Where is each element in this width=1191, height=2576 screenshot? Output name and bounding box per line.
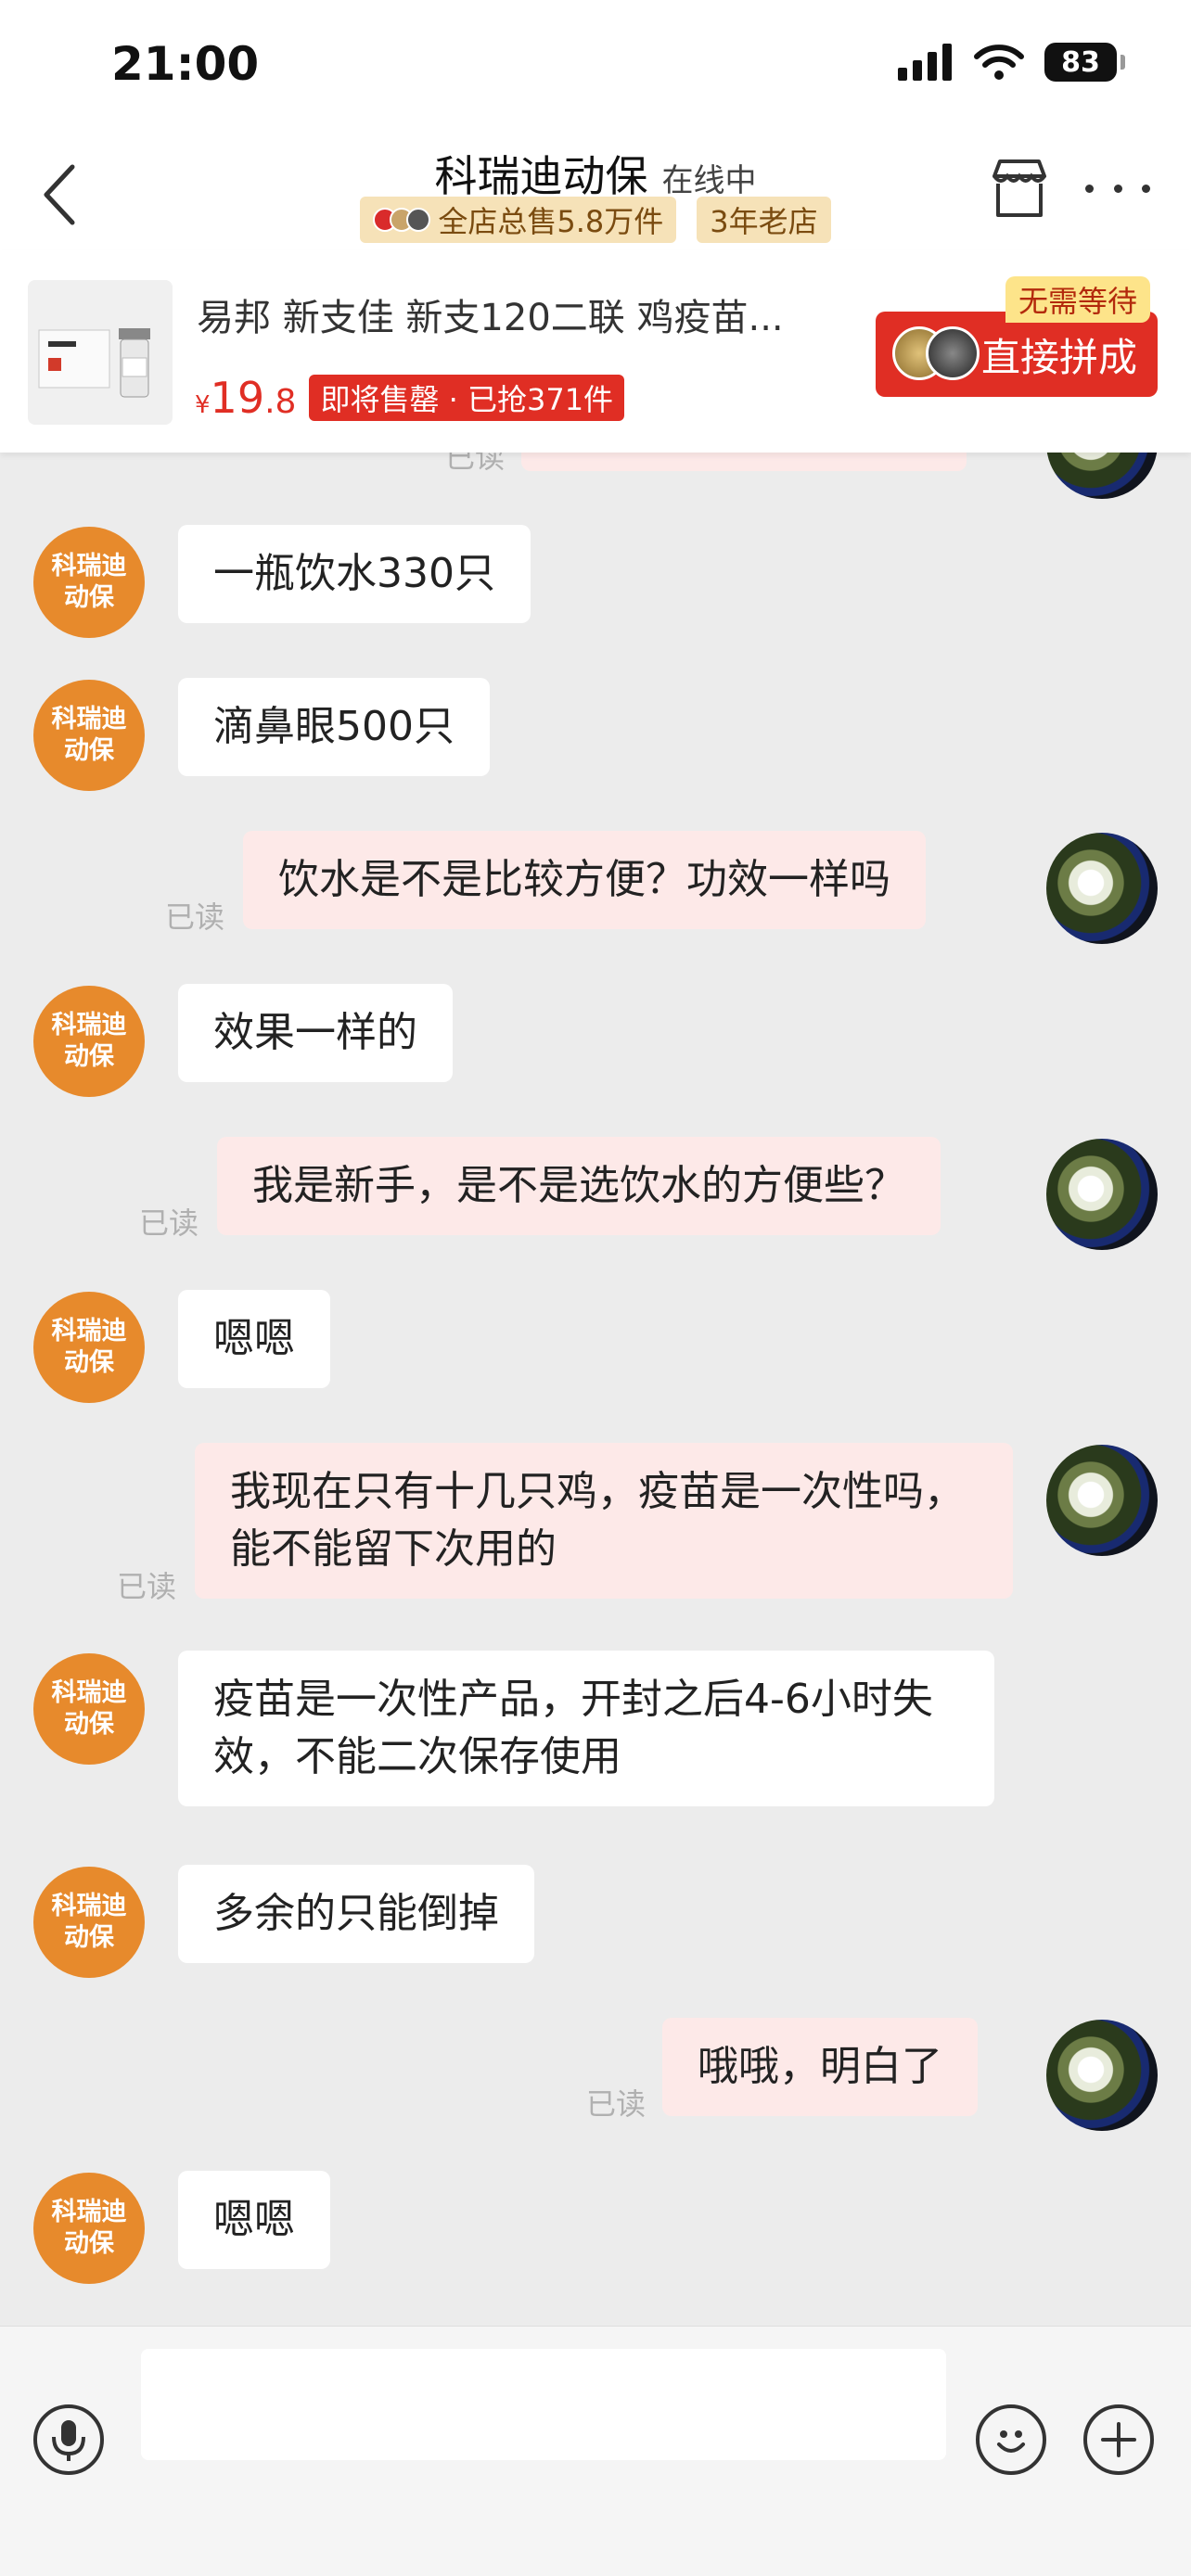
message-bubble[interactable]: 嗯嗯 [178,2171,330,2269]
read-status: 已读 [117,1569,177,1604]
wifi-icon [974,45,1024,80]
product-image[interactable] [28,280,173,425]
voice-button[interactable] [33,2404,104,2475]
avatars-icon [892,326,980,380]
message-bubble[interactable]: 饮水是不是比较方便？功效一样吗 [243,831,926,929]
read-status: 已读 [165,899,225,935]
product-card[interactable]: 易邦 新支佳 新支120二联 鸡疫苗... ¥19.8 即将售罄 · 已抢371… [0,250,1191,453]
status-bar: 21:00 83 [0,0,1191,130]
message-bubble[interactable]: 滴鼻眼500只 [178,678,490,776]
more-icon[interactable] [1085,174,1150,202]
message-bubble[interactable]: 效果一样的 [178,984,453,1082]
signal-icon [898,44,952,81]
status-icons: 83 [898,43,1125,82]
message-bubble[interactable]: 多余的只能倒掉 [178,1865,534,1963]
shop-avatar[interactable]: 科瑞迪 动保 [33,527,145,638]
emoji-button[interactable] [976,2404,1046,2475]
shop-avatar[interactable]: 科瑞迪 动保 [33,680,145,791]
coins-icon [373,208,431,232]
store-icon [992,159,1046,217]
read-status: 已读 [445,453,506,475]
user-avatar[interactable] [1046,453,1158,499]
shop-avatar[interactable]: 科瑞迪 动保 [33,1867,145,1978]
shop-avatar[interactable]: 科瑞迪 动保 [33,1653,145,1765]
user-avatar[interactable] [1046,2020,1158,2131]
plus-icon [1101,2422,1136,2457]
shop-avatar[interactable]: 科瑞迪 动保 [33,986,145,1097]
add-button[interactable] [1083,2404,1154,2475]
message-bubble[interactable]: 嗯嗯 [178,1290,330,1388]
years-badge: 3年老店 [697,197,831,243]
read-status: 已读 [586,2086,647,2122]
message-bubble[interactable]: 一瓶饮水330只 [178,525,531,623]
sale-tag: 即将售罄 · 已抢371件 [309,375,625,421]
microphone-icon [52,2420,85,2461]
read-status: 已读 [139,1205,199,1241]
sales-badge: 全店总售5.8万件 [360,197,677,243]
product-title[interactable]: 易邦 新支佳 新支120二联 鸡疫苗... [197,287,846,341]
message-bubble[interactable]: 疫苗是一次性产品，开封之后4-6小时失效，不能二次保存使用 [178,1651,994,1806]
price-row: ¥19.8 即将售罄 · 已抢371件 [195,373,625,423]
status-time: 21:00 [111,37,260,91]
direct-group-buy-button[interactable]: 直接拼成 [876,312,1158,397]
shop-avatar[interactable]: 科瑞迪 动保 [33,2173,145,2284]
message-bubble[interactable]: 我是新手，是不是选饮水的方便些？ [217,1137,941,1235]
smiley-icon [997,2430,1025,2453]
chat-area[interactable]: 已读 科瑞迪 动保 一瓶饮水330只 科瑞迪 动保 滴鼻眼500只 已读 饮水是不是… [0,453,1191,2326]
store-button[interactable] [987,156,1052,221]
chat-header: 科瑞迪动保 在线中 全店总售5.8万件 3年老店 [0,130,1191,250]
input-bar [0,2326,1191,2576]
message-input[interactable] [141,2349,946,2460]
product-price: ¥19.8 [195,373,297,423]
message-bubble[interactable]: 哦哦，明白了 [662,2018,978,2116]
battery-icon: 83 [1044,43,1125,82]
buy-button-label: 直接拼成 [980,334,1137,380]
shop-name[interactable]: 科瑞迪动保 [434,151,647,201]
no-wait-tag: 无需等待 [1005,276,1151,323]
shop-avatar[interactable]: 科瑞迪 动保 [33,1292,145,1403]
user-avatar[interactable] [1046,1445,1158,1556]
user-avatar[interactable] [1046,1139,1158,1250]
sales-badge-text: 全店总售5.8万件 [438,204,664,239]
online-status: 在线中 [661,162,757,199]
message-bubble-partial[interactable] [521,453,967,471]
user-avatar[interactable] [1046,833,1158,944]
message-bubble[interactable]: 我现在只有十几只鸡，疫苗是一次性吗，能不能留下次用的 [195,1443,1013,1599]
